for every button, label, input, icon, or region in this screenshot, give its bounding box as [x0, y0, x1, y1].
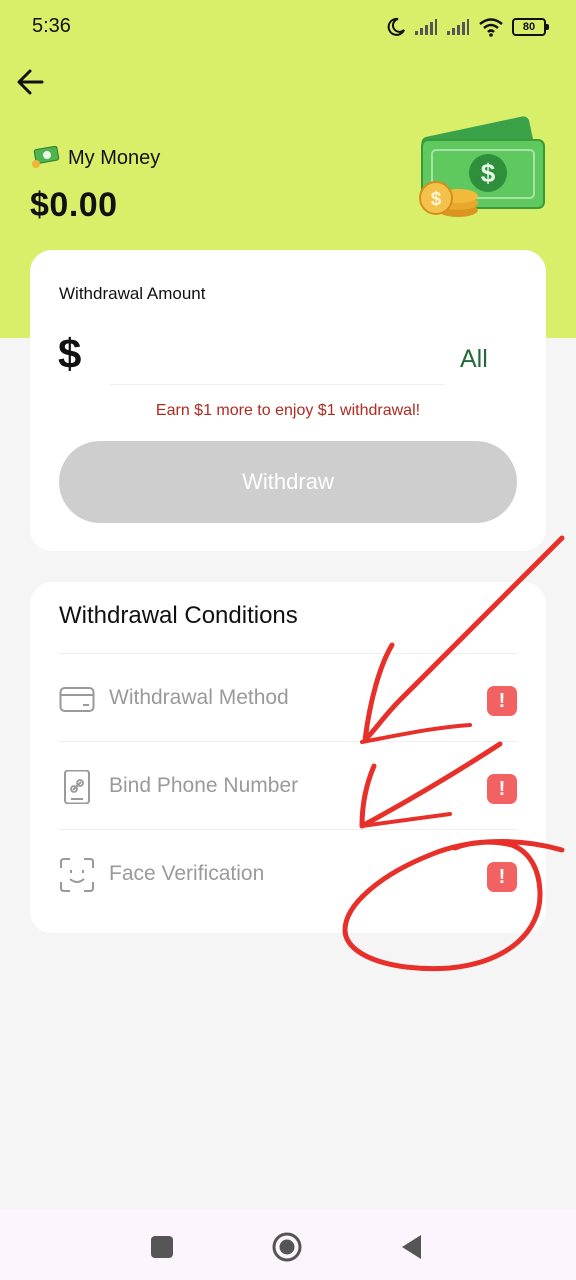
svg-text:$: $: [431, 189, 442, 210]
wifi-icon: [479, 18, 503, 37]
amount-input[interactable]: [110, 336, 444, 385]
svg-text:$: $: [481, 158, 496, 188]
promo-text: Earn $1 more to enjoy $1 withdrawal!: [155, 402, 421, 419]
status-icons: 80: [386, 14, 549, 40]
currency-symbol: $: [58, 330, 82, 377]
conditions-card: Withdrawal Conditions Withdrawal Method …: [30, 582, 546, 933]
all-button[interactable]: All: [460, 345, 488, 374]
money-icon: [32, 146, 60, 168]
status-time: 5:36: [32, 15, 71, 37]
status-bar: 5:36 80: [0, 0, 576, 54]
alert-badge: !: [487, 774, 517, 804]
withdraw-button[interactable]: Withdraw: [59, 441, 517, 523]
condition-withdrawal-method[interactable]: Withdrawal Method !: [59, 653, 517, 742]
back-triangle-icon[interactable]: [395, 1230, 429, 1264]
my-money-text: My Money: [68, 146, 161, 169]
my-money-label: My Money: [30, 146, 160, 170]
withdraw-card: Withdrawal Amount $ All Earn $1 more to …: [30, 250, 546, 551]
condition-label: Bind Phone Number: [109, 774, 299, 797]
condition-face-verification[interactable]: Face Verification !: [59, 829, 517, 918]
condition-bind-phone[interactable]: Bind Phone Number !: [59, 741, 517, 830]
face-scan-icon: [60, 858, 94, 892]
signal-icon: [415, 19, 437, 35]
moon-icon: [387, 17, 405, 36]
withdrawal-amount-label: Withdrawal Amount: [59, 284, 206, 303]
signal-icon: [447, 19, 469, 35]
home-circle-icon[interactable]: [270, 1230, 304, 1264]
alert-badge: !: [487, 862, 517, 892]
arrow-left-icon[interactable]: [14, 64, 50, 100]
alert-badge: !: [487, 686, 517, 716]
battery-icon: 80: [512, 18, 549, 36]
card-icon: [59, 687, 95, 712]
balance-value: $0.00: [30, 186, 118, 224]
money-stack-illustration: $ $: [419, 116, 545, 217]
condition-label: Withdrawal Method: [109, 686, 289, 709]
navigation-bar: [0, 1210, 576, 1280]
conditions-title: Withdrawal Conditions: [59, 602, 298, 629]
recents-square-icon[interactable]: [145, 1230, 179, 1264]
phone-link-icon: [64, 770, 90, 804]
condition-label: Face Verification: [109, 862, 265, 885]
